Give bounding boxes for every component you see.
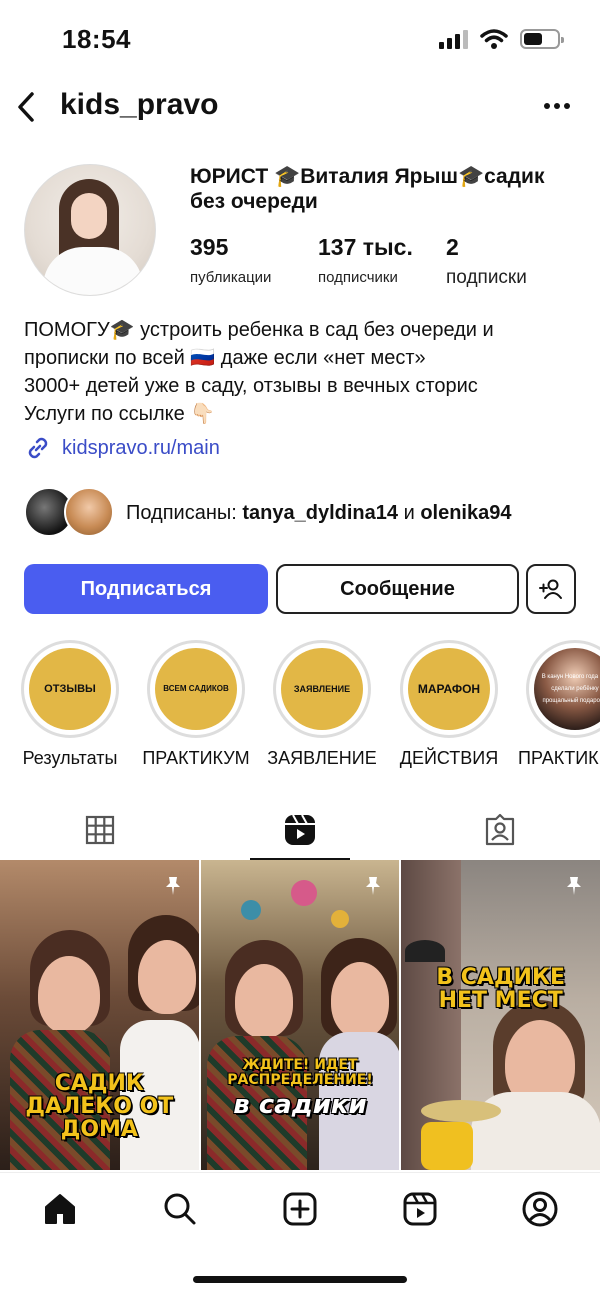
pin-icon — [567, 877, 582, 895]
tab-reels[interactable] — [200, 800, 400, 860]
highlight-cover: МАРАФОН — [408, 648, 490, 730]
message-button[interactable]: Сообщение — [276, 564, 519, 614]
stat-posts-value: 395 — [190, 234, 229, 260]
followed-by-user[interactable]: tanya_dyldina14 — [242, 502, 398, 524]
highlight-label: ЗАЯВЛЕНИЕ — [267, 748, 377, 768]
stat-followers-value: 137 тыс. — [318, 234, 413, 260]
stat-posts[interactable]: 395 публикации — [190, 234, 318, 289]
reel-caption: САДИК ДАЛЕКО ОТ ДОМА — [25, 1071, 174, 1143]
avatar — [64, 487, 114, 537]
followed-by-prefix: Подписаны: — [126, 501, 243, 524]
nav-create[interactable] — [270, 1179, 330, 1239]
highlight-cover: ОТЗЫВЫ — [29, 648, 111, 730]
grid-icon — [85, 815, 115, 845]
pin-icon — [366, 877, 381, 895]
reel-thumbnail[interactable]: САДИК ДАЛЕКО ОТ ДОМА — [0, 860, 199, 1170]
highlight-item[interactable]: ЗАЯВЛЕНИЕ ЗАЯВЛЕНИЕ — [257, 640, 387, 769]
home-icon — [45, 1193, 75, 1224]
add-person-icon — [539, 579, 562, 599]
reel-caption-top: ЖДИТЕ! ИДЕТ РАСПРЕДЕЛЕНИЕ! — [227, 1057, 373, 1088]
bio-line: 3000+ детей уже в саду, отзывы в вечных … — [24, 375, 478, 397]
reels-icon — [285, 814, 315, 845]
profile-link[interactable]: kidspravo.ru/main — [24, 434, 220, 462]
highlight-label: ПРАКТИКУМ — [142, 748, 250, 768]
nav-profile[interactable] — [510, 1179, 570, 1239]
bio-line: прописки по всей 🇷🇺 даже если «нет мест» — [24, 347, 426, 369]
pin-icon — [165, 877, 180, 895]
highlight-cover: ЗАЯВЛЕНИЕ — [281, 648, 363, 730]
followed-by-text: Подписаны: tanya_dyldina14 и olenika94 — [126, 502, 511, 525]
wifi-icon — [480, 29, 508, 49]
create-icon — [283, 1192, 317, 1225]
reels-grid: САДИК ДАЛЕКО ОТ ДОМА ЖДИТЕ! ИДЕТ РАСПРЕД… — [0, 860, 600, 1170]
stat-following-value: 2 — [446, 234, 459, 260]
highlight-item[interactable]: ОТЗЫВЫ Результаты — [5, 640, 135, 769]
reel-caption: В САДИКЕ НЕТ МЕСТ — [436, 965, 565, 1014]
stat-following-label: подписки — [446, 267, 527, 288]
profile-username: kids_pravo — [60, 88, 219, 121]
profile-avatar[interactable] — [24, 164, 156, 296]
stat-followers[interactable]: 137 тыс. подписчики — [318, 234, 446, 289]
status-bar: 18:54 — [0, 0, 600, 80]
bio-line: ПОМОГУ🎓 устроить ребенка в сад без очере… — [24, 319, 494, 341]
reel-thumbnail[interactable]: ЖДИТЕ! ИДЕТ РАСПРЕДЕЛЕНИЕ! в садики — [200, 860, 400, 1170]
chevron-left-icon[interactable] — [12, 90, 42, 124]
bottom-navigation — [0, 1172, 600, 1244]
bio-line: Услуги по ссылке 👇🏻 — [24, 403, 216, 425]
more-horizontal-icon[interactable] — [542, 94, 572, 118]
status-icons — [439, 28, 564, 50]
followed-by[interactable]: Подписаны: tanya_dyldina14 и olenika94 — [24, 487, 511, 539]
highlight-item[interactable]: В канун Нового года мы сделали ребёнку п… — [510, 640, 600, 769]
profile-icon — [522, 1191, 558, 1226]
highlight-label: ДЕЙСТВИЯ — [399, 748, 499, 768]
profile-bio: ПОМОГУ🎓 устроить ребенка в сад без очере… — [24, 316, 584, 428]
cellular-signal-icon — [439, 29, 468, 49]
tab-posts[interactable] — [0, 800, 200, 860]
follow-button[interactable]: Подписаться — [24, 564, 268, 614]
stat-posts-label: публикации — [190, 269, 272, 286]
profile-display-name: ЮРИСТ 🎓Виталия Ярыш🎓садик без очереди — [190, 165, 545, 213]
tagged-icon — [485, 813, 515, 846]
profile-link-text: kidspravo.ru/main — [62, 436, 220, 459]
profile-tabs — [0, 800, 600, 860]
home-indicator[interactable] — [193, 1276, 407, 1283]
link-icon — [28, 437, 48, 459]
highlight-label: ПРАКТИК — [518, 748, 599, 768]
nav-reels[interactable] — [390, 1179, 450, 1239]
search-icon — [164, 1193, 196, 1224]
story-highlights: ОТЗЫВЫ Результаты ВСЕМ САДИКОВ ПРАКТИКУМ… — [0, 640, 600, 770]
stat-followers-label: подписчики — [318, 269, 398, 286]
tab-tagged[interactable] — [400, 800, 600, 860]
battery-icon — [520, 29, 564, 49]
profile-stats: 395 публикации 137 тыс. подписчики 2 под… — [190, 234, 590, 289]
followed-by-and: и — [398, 501, 421, 524]
highlight-cover: ВСЕМ САДИКОВ — [155, 648, 237, 730]
highlight-item[interactable]: ВСЕМ САДИКОВ ПРАКТИКУМ — [131, 640, 261, 769]
highlight-label: Результаты — [22, 748, 118, 768]
nav-search[interactable] — [150, 1179, 210, 1239]
profile-header: kids_pravo — [0, 82, 600, 132]
highlight-cover: В канун Нового года мы сделали ребёнку п… — [534, 648, 600, 730]
followed-by-avatars — [24, 487, 116, 539]
highlight-item[interactable]: МАРАФОН ДЕЙСТВИЯ — [384, 640, 514, 769]
followed-by-user[interactable]: olenika94 — [420, 502, 511, 524]
nav-home[interactable] — [30, 1179, 90, 1239]
suggested-users-button[interactable] — [526, 564, 576, 614]
reels-icon — [403, 1192, 437, 1225]
status-time: 18:54 — [62, 24, 131, 54]
reel-thumbnail[interactable]: В САДИКЕ НЕТ МЕСТ — [401, 860, 600, 1170]
reel-caption-bottom: в садики — [233, 1090, 367, 1120]
stat-following[interactable]: 2 подписки — [446, 234, 574, 289]
